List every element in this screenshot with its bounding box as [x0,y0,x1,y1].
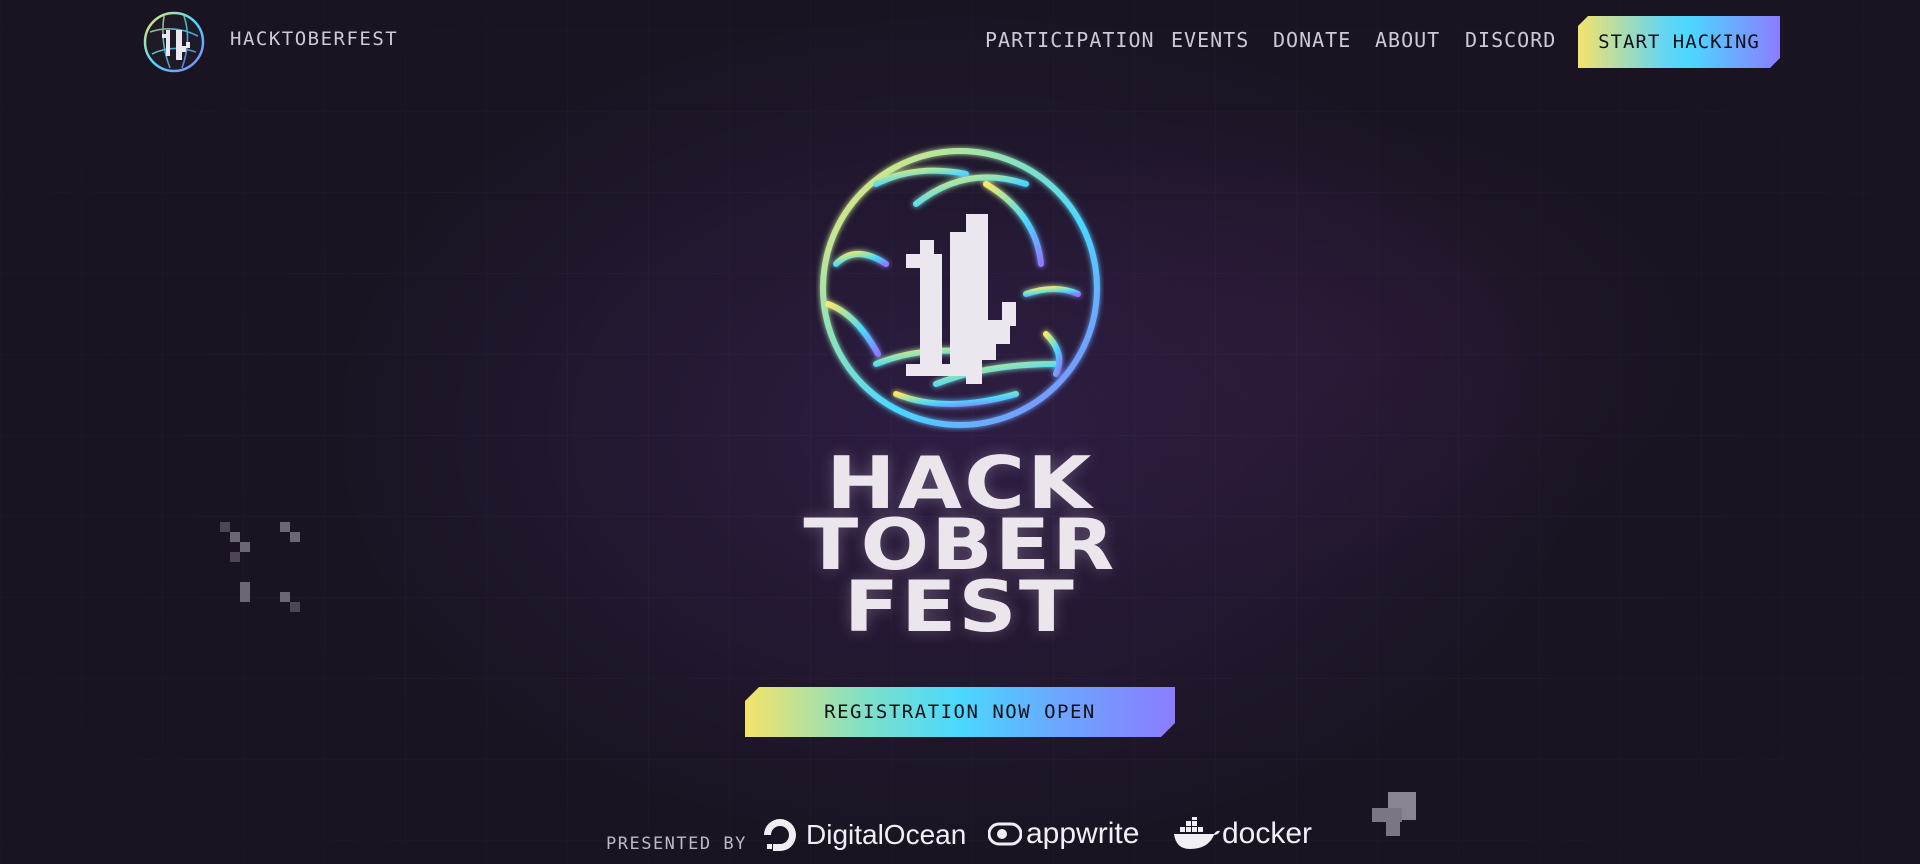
sponsor-docker[interactable]: docker [1172,817,1312,851]
nav-events[interactable]: EVENTS [1171,28,1249,52]
wordmark-line-3: FEST [843,566,1077,648]
logo-number-11 [906,214,1016,384]
brand-name[interactable]: HACKTOBERFEST [230,28,398,50]
nav-about[interactable]: ABOUT [1375,28,1440,52]
hacktoberfest-wordmark: HACK TOBER FEST [790,447,1130,642]
hacktoberfest-11-logo-icon[interactable] [142,10,206,74]
nav-participation[interactable]: PARTICIPATION [985,28,1155,52]
registration-label: REGISTRATION NOW OPEN [824,701,1096,723]
presented-by-label: PRESENTED BY [606,834,747,854]
hacktoberfest-globe-logo-icon [820,148,1100,428]
sponsor-name-digitalocean: DigitalOcean [806,819,967,850]
registration-now-open-button[interactable]: REGISTRATION NOW OPEN [745,687,1175,737]
sponsor-digitalocean[interactable]: DigitalOcean [762,817,966,853]
start-hacking-button[interactable]: START HACKING [1578,16,1780,68]
sponsor-appwrite[interactable]: appwrite [988,817,1139,851]
sponsor-name-docker: docker [1222,817,1313,850]
site-header: HACKTOBERFEST PARTICIPATION EVENTS DONAT… [0,0,1920,84]
sponsor-name-appwrite: appwrite [1026,817,1140,850]
digitalocean-icon [764,819,796,851]
start-hacking-label: START HACKING [1598,31,1760,53]
nav-donate[interactable]: DONATE [1273,28,1351,52]
appwrite-icon [988,822,1022,846]
nav-discord[interactable]: DISCORD [1465,28,1556,52]
docker-icon [1174,817,1220,849]
